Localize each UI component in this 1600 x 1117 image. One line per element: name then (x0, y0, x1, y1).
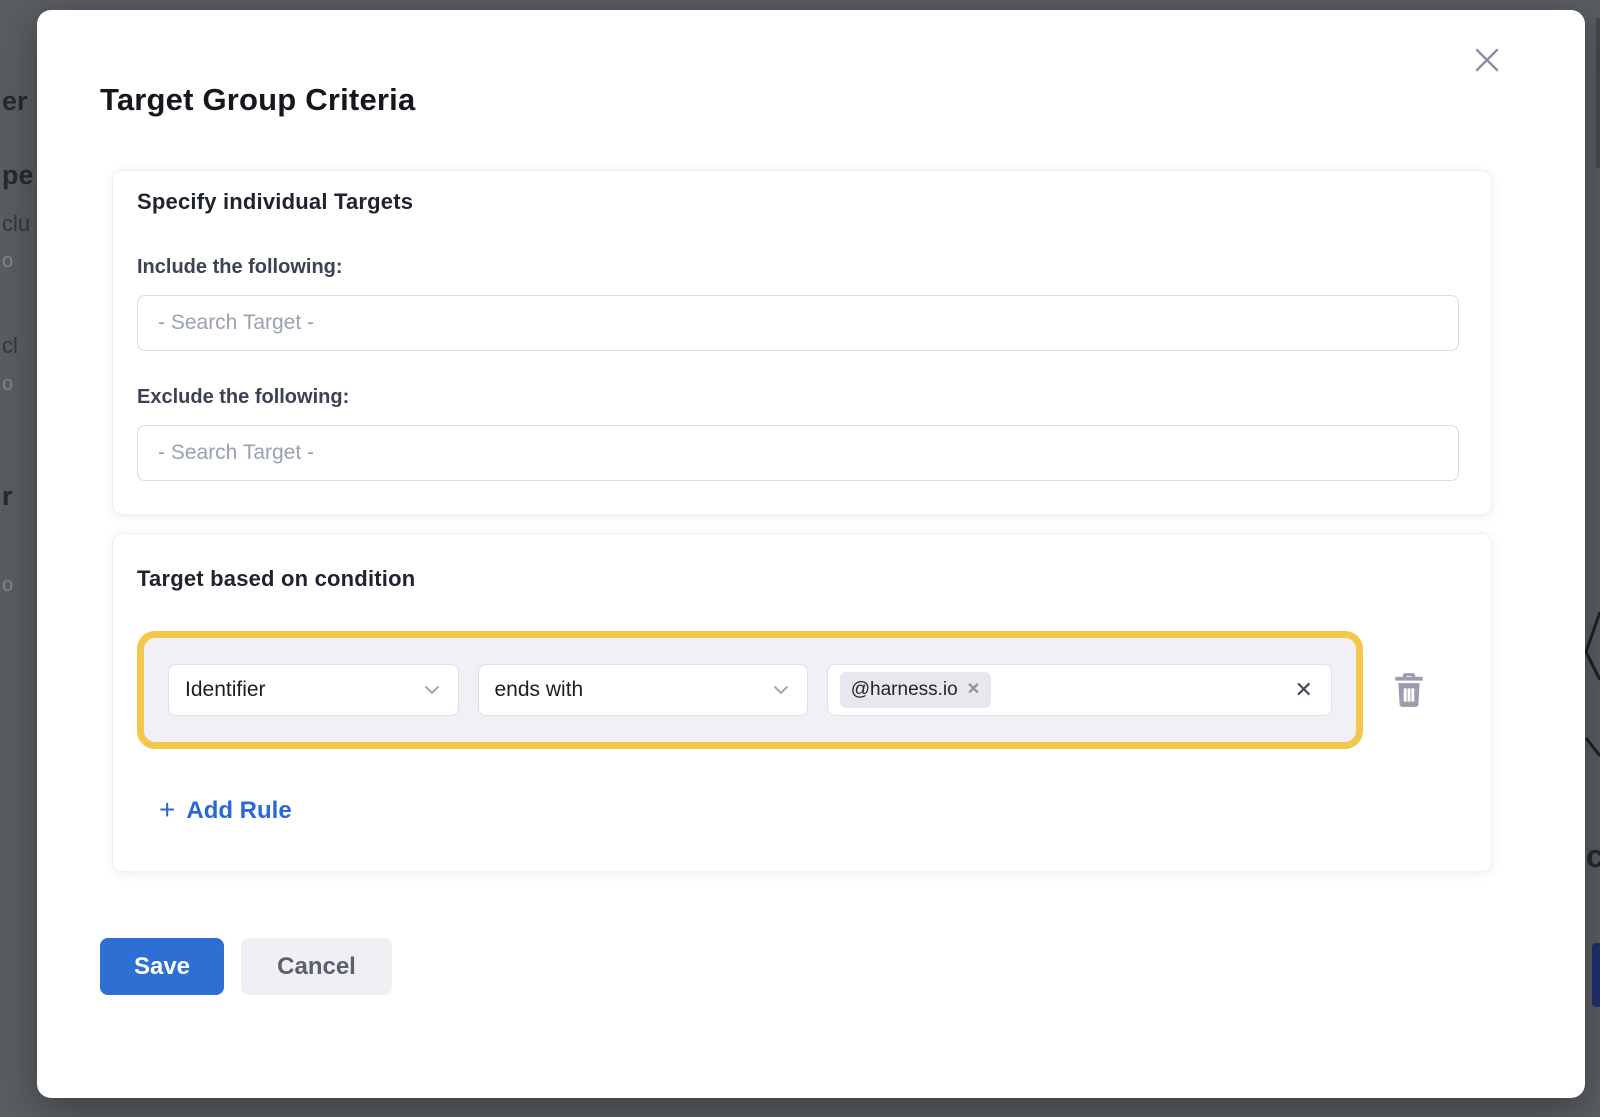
value-chip-label: @harness.io (851, 679, 958, 701)
backdrop-sketch-line (1584, 608, 1600, 768)
page-backdrop: er pe clu o cl o r o c Target Group Crit… (0, 0, 1600, 1117)
delete-rule-button[interactable] (1392, 671, 1426, 709)
backdrop-line-fragment (1596, 18, 1600, 168)
operator-select[interactable]: ends with (478, 664, 808, 716)
plus-icon: + (159, 796, 175, 824)
close-x-glyph (1469, 42, 1505, 78)
exclude-target-search-input[interactable] (137, 425, 1459, 481)
individual-targets-heading: Specify individual Targets (137, 189, 413, 215)
trash-icon (1394, 673, 1424, 707)
modal-footer: Save Cancel (100, 938, 392, 995)
close-icon[interactable] (1465, 38, 1509, 82)
remove-value-icon[interactable]: ✕ (967, 682, 980, 698)
include-label: Include the following: (137, 256, 343, 279)
backdrop-text-fragment: o (2, 250, 13, 273)
attribute-select-value: Identifier (185, 678, 266, 702)
clear-values-icon[interactable]: ✕ (1295, 679, 1313, 701)
exclude-label: Exclude the following: (137, 386, 349, 409)
cancel-button[interactable]: Cancel (241, 938, 392, 995)
value-chip: @harness.io ✕ (840, 672, 991, 708)
backdrop-text-fragment: r (2, 481, 13, 512)
operator-select-value: ends with (495, 678, 584, 702)
condition-rule-line: Identifier ends with @harness.io (137, 631, 1469, 749)
add-rule-label: Add Rule (186, 797, 291, 825)
include-target-search-input[interactable] (137, 295, 1459, 351)
backdrop-text-fragment: o (2, 373, 13, 396)
attribute-select[interactable]: Identifier (168, 664, 459, 716)
condition-card: Target based on condition Identifier end… (112, 533, 1492, 872)
backdrop-text-fragment: o (2, 574, 13, 597)
save-button[interactable]: Save (100, 938, 224, 995)
chevron-down-icon (424, 685, 440, 695)
condition-rule-row: Identifier ends with @harness.io (137, 631, 1363, 749)
backdrop-button-fragment (1592, 943, 1600, 1007)
backdrop-text-fragment: er (2, 86, 28, 117)
individual-targets-card: Specify individual Targets Include the f… (112, 170, 1492, 515)
chevron-down-icon (773, 685, 789, 695)
backdrop-text-fragment: cl (2, 333, 18, 359)
condition-heading: Target based on condition (137, 566, 415, 592)
modal-title: Target Group Criteria (100, 82, 415, 118)
backdrop-text-fragment: pe (2, 160, 34, 191)
backdrop-text-fragment: clu (2, 211, 30, 237)
target-group-criteria-modal: Target Group Criteria Specify individual… (37, 10, 1585, 1098)
add-rule-button[interactable]: + Add Rule (159, 797, 292, 825)
rule-values-input[interactable]: @harness.io ✕ ✕ (827, 664, 1332, 716)
backdrop-text-fragment: c (1586, 838, 1600, 875)
